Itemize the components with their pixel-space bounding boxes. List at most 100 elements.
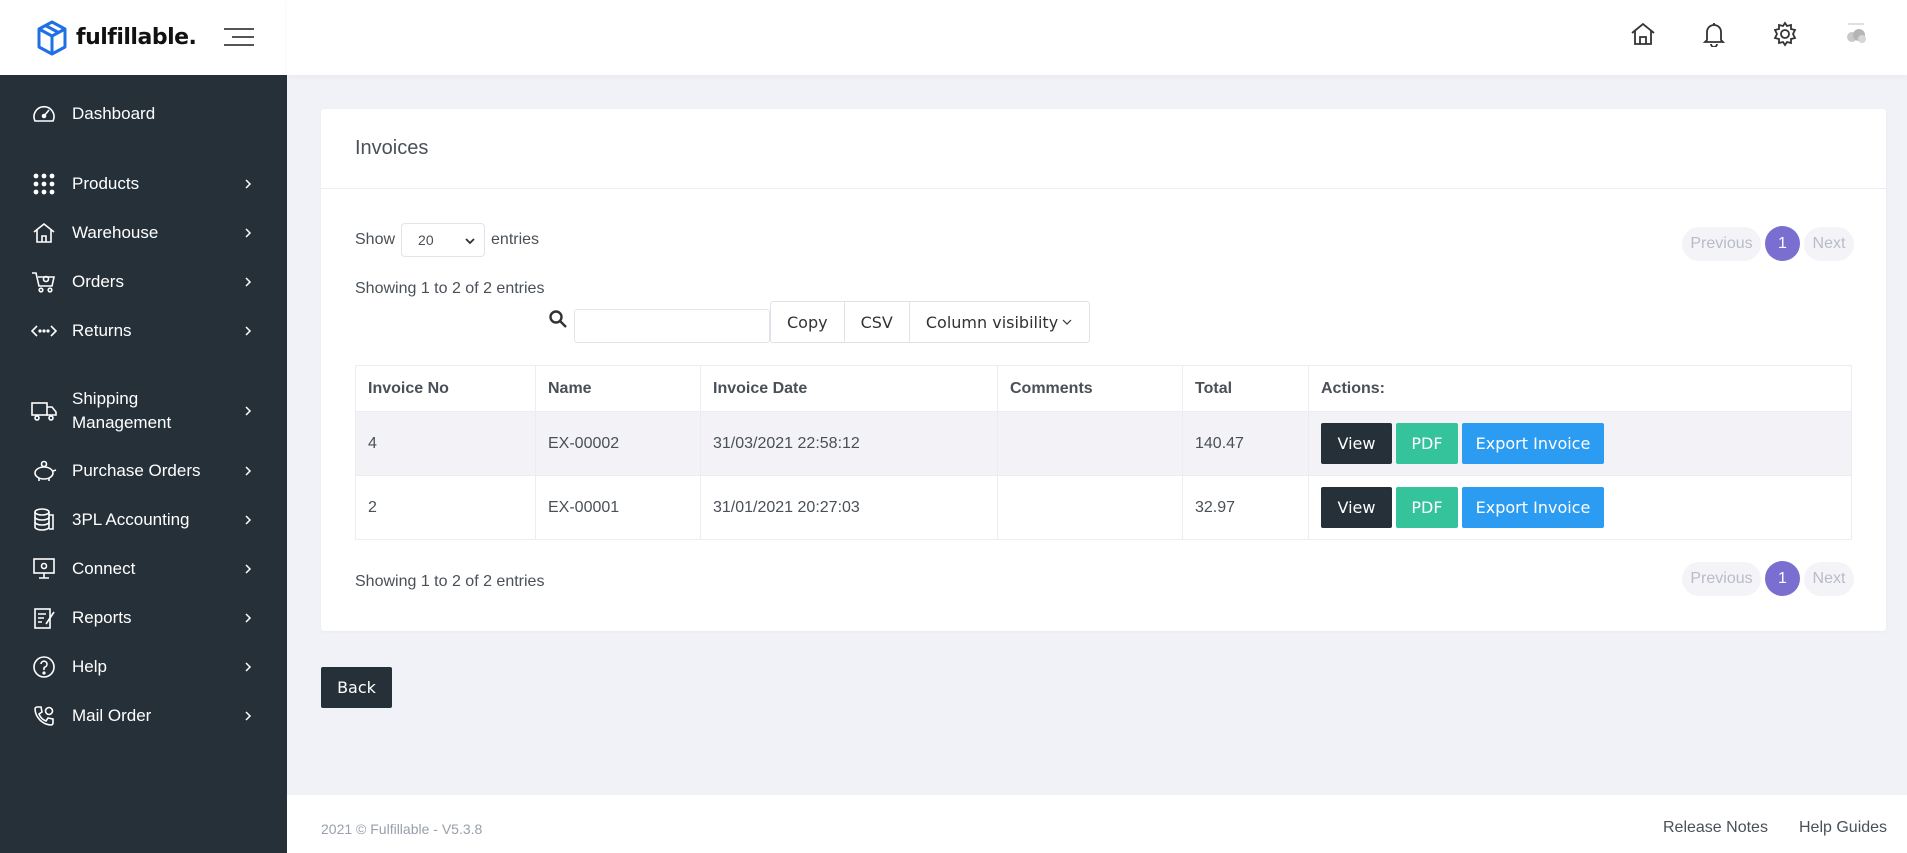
cell-invoice-no: 2 (355, 475, 536, 540)
sidebar-item-mail-order[interactable]: Mail Order (0, 699, 287, 733)
sidebar-item-label: Shipping Management (72, 389, 172, 432)
table-row: 4 EX-00002 31/03/2021 22:58:12 140.47 Vi… (355, 411, 1852, 476)
show-label: Show (355, 231, 396, 248)
home-icon[interactable] (1627, 18, 1659, 50)
card-divider (321, 188, 1886, 189)
sidebar-item-dashboard[interactable]: Dashboard (0, 97, 287, 131)
logo-bar: fulfillable. (0, 0, 287, 75)
invoices-table: Invoice No Name Invoice Date Comments To… (355, 365, 1852, 540)
footer-copyright: 2021 © Fulfillable - V5.3.8 (321, 821, 483, 837)
view-button[interactable]: View (1321, 423, 1392, 464)
page-size-value: 20 (418, 232, 434, 248)
gear-icon[interactable] (1769, 18, 1801, 50)
chevron-right-icon (245, 613, 252, 623)
piggy-bank-icon (30, 457, 58, 485)
pagination-previous[interactable]: Previous (1682, 561, 1761, 596)
chevron-right-icon (245, 466, 252, 476)
cell-comments (997, 411, 1183, 476)
help-icon (30, 653, 58, 681)
cell-invoice-date: 31/01/2021 20:27:03 (700, 475, 998, 540)
chevron-right-icon (245, 326, 252, 336)
sidebar-item-label: 3PL Accounting (72, 510, 190, 529)
footer: 2021 © Fulfillable - V5.3.8 Release Note… (287, 795, 1907, 853)
search-input[interactable] (574, 309, 770, 343)
column-header-name[interactable]: Name (535, 365, 701, 412)
bell-icon[interactable] (1698, 18, 1730, 50)
table-info: Showing 1 to 2 of 2 entries (355, 280, 545, 297)
pagination-top: Previous 1 Next (1682, 226, 1854, 261)
sidebar-item-label: Purchase Orders (72, 461, 201, 480)
table-header-row: Invoice No Name Invoice Date Comments To… (355, 365, 1852, 412)
sidebar-item-label: Warehouse (72, 223, 159, 242)
cell-invoice-date: 31/03/2021 22:58:12 (700, 411, 998, 476)
column-header-comments[interactable]: Comments (997, 365, 1183, 412)
page-title: Invoices (355, 137, 429, 159)
cell-total: 32.97 (1182, 475, 1309, 540)
pagination-page-1[interactable]: 1 (1765, 561, 1800, 596)
export-invoice-button[interactable]: Export Invoice (1462, 487, 1604, 528)
pagination-next[interactable]: Next (1804, 226, 1854, 261)
column-visibility-label: Column visibility (925, 312, 1059, 332)
sidebar-item-products[interactable]: Products (0, 167, 287, 201)
back-button[interactable]: Back (321, 667, 392, 708)
avatar[interactable] (1840, 18, 1872, 50)
column-header-total[interactable]: Total (1182, 365, 1309, 412)
sidebar-item-purchase-orders[interactable]: Purchase Orders (0, 454, 287, 488)
brand-name: fulfillable. (76, 25, 197, 50)
sidebar-item-label: Returns (72, 321, 132, 340)
search-icon (549, 310, 567, 328)
sidebar-item-label: Products (72, 174, 140, 193)
sidebar-item-orders[interactable]: Orders (0, 265, 287, 299)
cell-actions: View PDF Export Invoice (1308, 475, 1852, 540)
copy-button[interactable]: Copy (771, 302, 845, 342)
table-info-bottom: Showing 1 to 2 of 2 entries (355, 573, 545, 590)
column-header-invoice-date[interactable]: Invoice Date (700, 365, 998, 412)
table-row: 2 EX-00001 31/01/2021 20:27:03 32.97 Vie… (355, 475, 1852, 540)
export-invoice-button[interactable]: Export Invoice (1462, 423, 1604, 464)
phone-icon (30, 702, 58, 730)
sidebar-item-3pl-accounting[interactable]: 3PL Accounting (0, 503, 287, 537)
chevron-down-icon (1062, 319, 1072, 325)
column-header-invoice-no[interactable]: Invoice No (355, 365, 536, 412)
export-button-group: Copy CSV Column visibility (770, 301, 1091, 343)
chevron-right-icon (245, 515, 252, 525)
column-visibility-button[interactable]: Column visibility (910, 302, 1089, 342)
grid-icon (30, 170, 58, 198)
chevron-right-icon (245, 179, 252, 189)
report-icon (30, 604, 58, 632)
entries-label: entries (491, 231, 540, 248)
cell-actions: View PDF Export Invoice (1308, 411, 1852, 476)
sidebar-item-label: Connect (72, 559, 136, 578)
pagination-previous[interactable]: Previous (1682, 226, 1761, 261)
chevron-right-icon (245, 711, 252, 721)
page-length-control: Show 20 entries (355, 223, 539, 257)
view-button[interactable]: View (1321, 487, 1392, 528)
sidebar-item-returns[interactable]: Returns (0, 314, 287, 348)
brand-logo[interactable]: fulfillable. (36, 20, 197, 56)
release-notes-link[interactable]: Release Notes (1663, 819, 1768, 837)
cube-logo-icon (37, 20, 67, 55)
pdf-button[interactable]: PDF (1396, 487, 1458, 528)
top-header (287, 0, 1907, 75)
cell-comments (997, 475, 1183, 540)
sidebar-item-connect[interactable]: Connect (0, 552, 287, 586)
sidebar-item-reports[interactable]: Reports (0, 601, 287, 635)
chevron-right-icon (245, 564, 252, 574)
warehouse-icon (30, 219, 58, 247)
chevron-down-icon (465, 238, 475, 245)
returns-icon (30, 317, 58, 345)
pagination-bottom: Previous 1 Next (1682, 561, 1854, 596)
help-guides-link[interactable]: Help Guides (1799, 819, 1887, 837)
sidebar-item-label: Orders (72, 272, 124, 291)
cart-icon (30, 268, 58, 296)
sidebar-item-help[interactable]: Help (0, 650, 287, 684)
pdf-button[interactable]: PDF (1396, 423, 1458, 464)
monitor-icon (30, 555, 58, 583)
pagination-next[interactable]: Next (1804, 561, 1854, 596)
menu-toggle-icon[interactable] (222, 26, 254, 48)
sidebar-item-warehouse[interactable]: Warehouse (0, 216, 287, 250)
page-size-select[interactable]: 20 (401, 223, 486, 257)
sidebar-item-shipping-management[interactable]: Shipping Management (0, 387, 287, 435)
csv-button[interactable]: CSV (845, 302, 910, 342)
pagination-page-1[interactable]: 1 (1765, 226, 1800, 261)
